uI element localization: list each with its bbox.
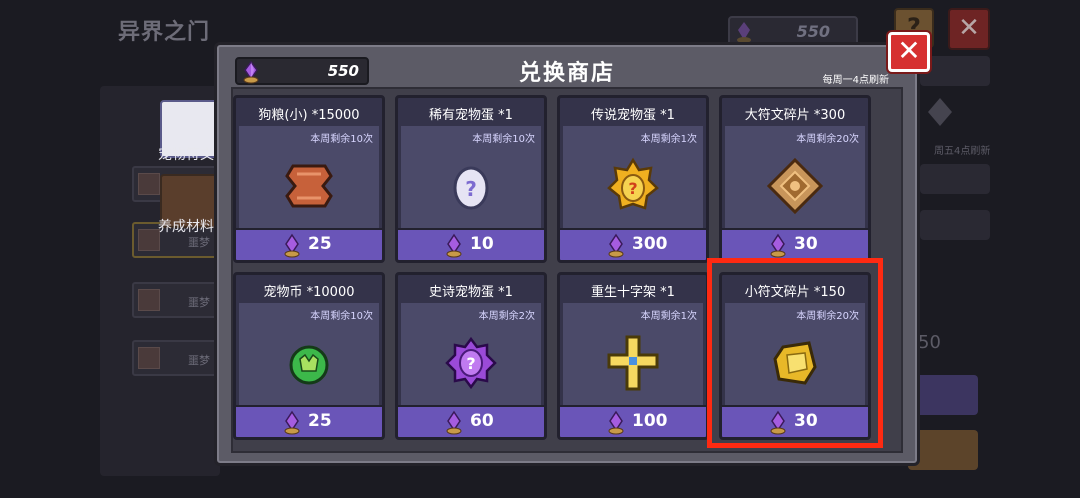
pet-rune-tab-label: 宠物符文 <box>158 147 214 163</box>
item-price-bar: 25 <box>236 405 382 437</box>
shop-item-card[interactable]: 大符文碎片 *300 本周剩余20次 30 <box>719 95 871 263</box>
background-title: 异界之门 <box>118 20 211 45</box>
materials-tab-label: 养成材料 <box>158 219 214 235</box>
item-price-bar: 60 <box>398 405 544 437</box>
purple-crystal-icon <box>284 233 300 258</box>
item-price: 10 <box>470 234 494 254</box>
background-currency-amount: 550 <box>796 22 830 41</box>
shop-item-card[interactable]: 稀有宠物蛋 *1 本周剩余10次 ? 10 <box>395 95 547 263</box>
item-remaining: 本周剩余20次 <box>796 134 859 145</box>
small-rune-shard-icon <box>773 341 817 385</box>
purple-crystal-icon <box>446 233 462 258</box>
background-slot <box>920 56 990 86</box>
svg-text:?: ? <box>466 354 475 373</box>
purple-crystal-icon <box>770 233 786 258</box>
shop-item-card[interactable]: 小符文碎片 *150 本周剩余20次 30 <box>719 272 871 440</box>
close-icon: ✕ <box>897 34 921 67</box>
close-button[interactable]: ✕ <box>888 32 930 72</box>
item-price-bar: 30 <box>722 228 868 260</box>
background-tab[interactable]: 噩梦 <box>132 282 222 318</box>
shop-item-card[interactable]: 宠物币 *10000 本周剩余10次 25 <box>233 272 385 440</box>
item-price-bar: 100 <box>560 405 706 437</box>
epic-pet-egg-icon: ? <box>445 336 497 390</box>
item-price: 30 <box>794 411 818 431</box>
item-remaining: 本周剩余1次 <box>640 134 697 145</box>
background-weekly-note: 周五4点刷新 <box>934 146 991 157</box>
item-name: 重生十字架 *1 <box>591 285 675 300</box>
rebirth-cross-icon <box>607 335 659 391</box>
svg-text:?: ? <box>465 177 477 201</box>
background-tab[interactable]: 噩梦 <box>132 340 222 376</box>
item-remaining: 本周剩余1次 <box>640 311 697 322</box>
background-crystal-icon <box>928 98 952 126</box>
item-remaining: 本周剩余10次 <box>310 311 373 322</box>
item-price-bar: 10 <box>398 228 544 260</box>
pet-coin-icon <box>289 345 329 385</box>
rare-pet-egg-icon: ? <box>453 166 489 210</box>
background-value: 50 <box>918 332 941 353</box>
legendary-pet-egg-icon: ? <box>607 157 659 210</box>
item-price-bar: 300 <box>560 228 706 260</box>
item-name: 稀有宠物蛋 *1 <box>429 108 513 123</box>
item-name: 传说宠物蛋 *1 <box>591 108 675 123</box>
item-name: 狗粮(小) *15000 <box>258 108 360 123</box>
item-remaining: 本周剩余10次 <box>472 134 535 145</box>
item-name: 大符文碎片 *300 <box>744 108 846 123</box>
shop-item-card[interactable]: 史诗宠物蛋 *1 本周剩余2次 ? 60 <box>395 272 547 440</box>
item-name: 宠物币 *10000 <box>263 285 355 300</box>
item-price: 100 <box>632 411 668 431</box>
shop-item-card[interactable]: 重生十字架 *1 本周剩余1次 100 <box>557 272 709 440</box>
purple-crystal-icon <box>446 410 462 435</box>
item-name: 小符文碎片 *150 <box>744 285 846 300</box>
item-price: 60 <box>470 411 494 431</box>
purple-crystal-icon <box>284 410 300 435</box>
shop-item-card[interactable]: 狗粮(小) *15000 本周剩余10次 25 <box>233 95 385 263</box>
background-close-button[interactable]: ✕ <box>948 8 990 50</box>
dog-food-icon <box>285 164 333 208</box>
modal-title: 兑换商店 <box>518 61 615 86</box>
item-price: 25 <box>308 234 332 254</box>
svg-text:?: ? <box>628 179 637 198</box>
purple-crystal-icon <box>608 233 624 258</box>
purple-crystal-icon <box>737 22 751 43</box>
item-price-bar: 25 <box>236 228 382 260</box>
item-price: 25 <box>308 411 332 431</box>
purple-crystal-icon <box>770 410 786 435</box>
item-remaining: 本周剩余20次 <box>796 311 859 322</box>
large-rune-shard-icon <box>766 157 824 215</box>
purple-crystal-icon <box>608 410 624 435</box>
shop-item-card[interactable]: 传说宠物蛋 *1 本周剩余1次 ? 300 <box>557 95 709 263</box>
item-remaining: 本周剩余2次 <box>478 311 535 322</box>
item-remaining: 本周剩余10次 <box>310 134 373 145</box>
item-name: 史诗宠物蛋 *1 <box>429 285 513 300</box>
item-price: 300 <box>632 234 668 254</box>
background-slot <box>920 210 990 240</box>
item-price: 30 <box>794 234 818 254</box>
refresh-note: 每周一4点刷新 <box>822 75 889 86</box>
item-price-bar: 30 <box>722 405 868 437</box>
background-slot <box>920 164 990 194</box>
